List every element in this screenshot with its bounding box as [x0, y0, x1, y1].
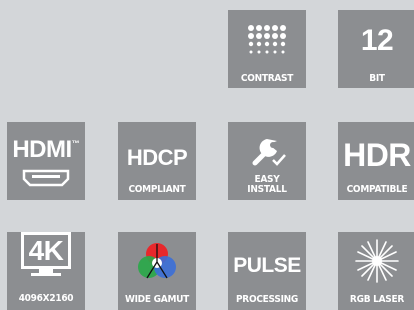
contrast-caption: CONTRAST: [240, 73, 294, 84]
monitor-4k-icon: 4K: [21, 232, 71, 276]
bit-value: 12: [360, 24, 394, 57]
hdcp-caption: COMPLIANT: [128, 184, 186, 195]
hdr-tile: HDR COMPATIBLE: [338, 122, 414, 200]
dot-matrix-icon: [228, 24, 306, 60]
bit-caption: BIT: [369, 73, 385, 84]
hdmi-logo: HDMI ™: [12, 138, 79, 162]
easy-install-tile: EASY INSTALL: [228, 122, 306, 200]
hdr-caption: COMPATIBLE: [346, 184, 408, 195]
rgb-laser-tile: RGB LASER: [338, 232, 414, 310]
k4-tile: 4K 4096X2160: [7, 232, 85, 310]
hdmi-tile: HDMI ™: [7, 122, 85, 200]
pulse-label: PULSE: [233, 254, 301, 277]
wrench-check-icon: [228, 133, 306, 167]
trademark-mark: ™: [71, 139, 80, 148]
hdcp-tile: HDCP COMPLIANT: [118, 122, 196, 200]
hdmi-port-icon: [7, 169, 85, 187]
wide-gamut-caption: WIDE GAMUT: [124, 294, 190, 305]
k4-caption: 4096X2160: [18, 293, 74, 304]
pulse-tile: PULSE PROCESSING: [228, 232, 306, 310]
k4-label: 4K: [28, 234, 64, 266]
hdmi-label: HDMI: [12, 136, 72, 163]
pulse-caption: PROCESSING: [235, 294, 299, 305]
hdr-label: HDR: [343, 137, 411, 173]
wide-gamut-tile: WIDE GAMUT: [118, 232, 196, 310]
rgb-circles-icon: [118, 240, 196, 282]
rgb-laser-caption: RGB LASER: [349, 294, 405, 305]
contrast-tile: CONTRAST: [228, 10, 306, 88]
hdcp-label: HDCP: [126, 145, 188, 170]
laser-burst-icon: [338, 238, 414, 284]
bit-tile: 12 BIT: [338, 10, 414, 88]
easy-caption-line2: INSTALL: [247, 184, 287, 195]
